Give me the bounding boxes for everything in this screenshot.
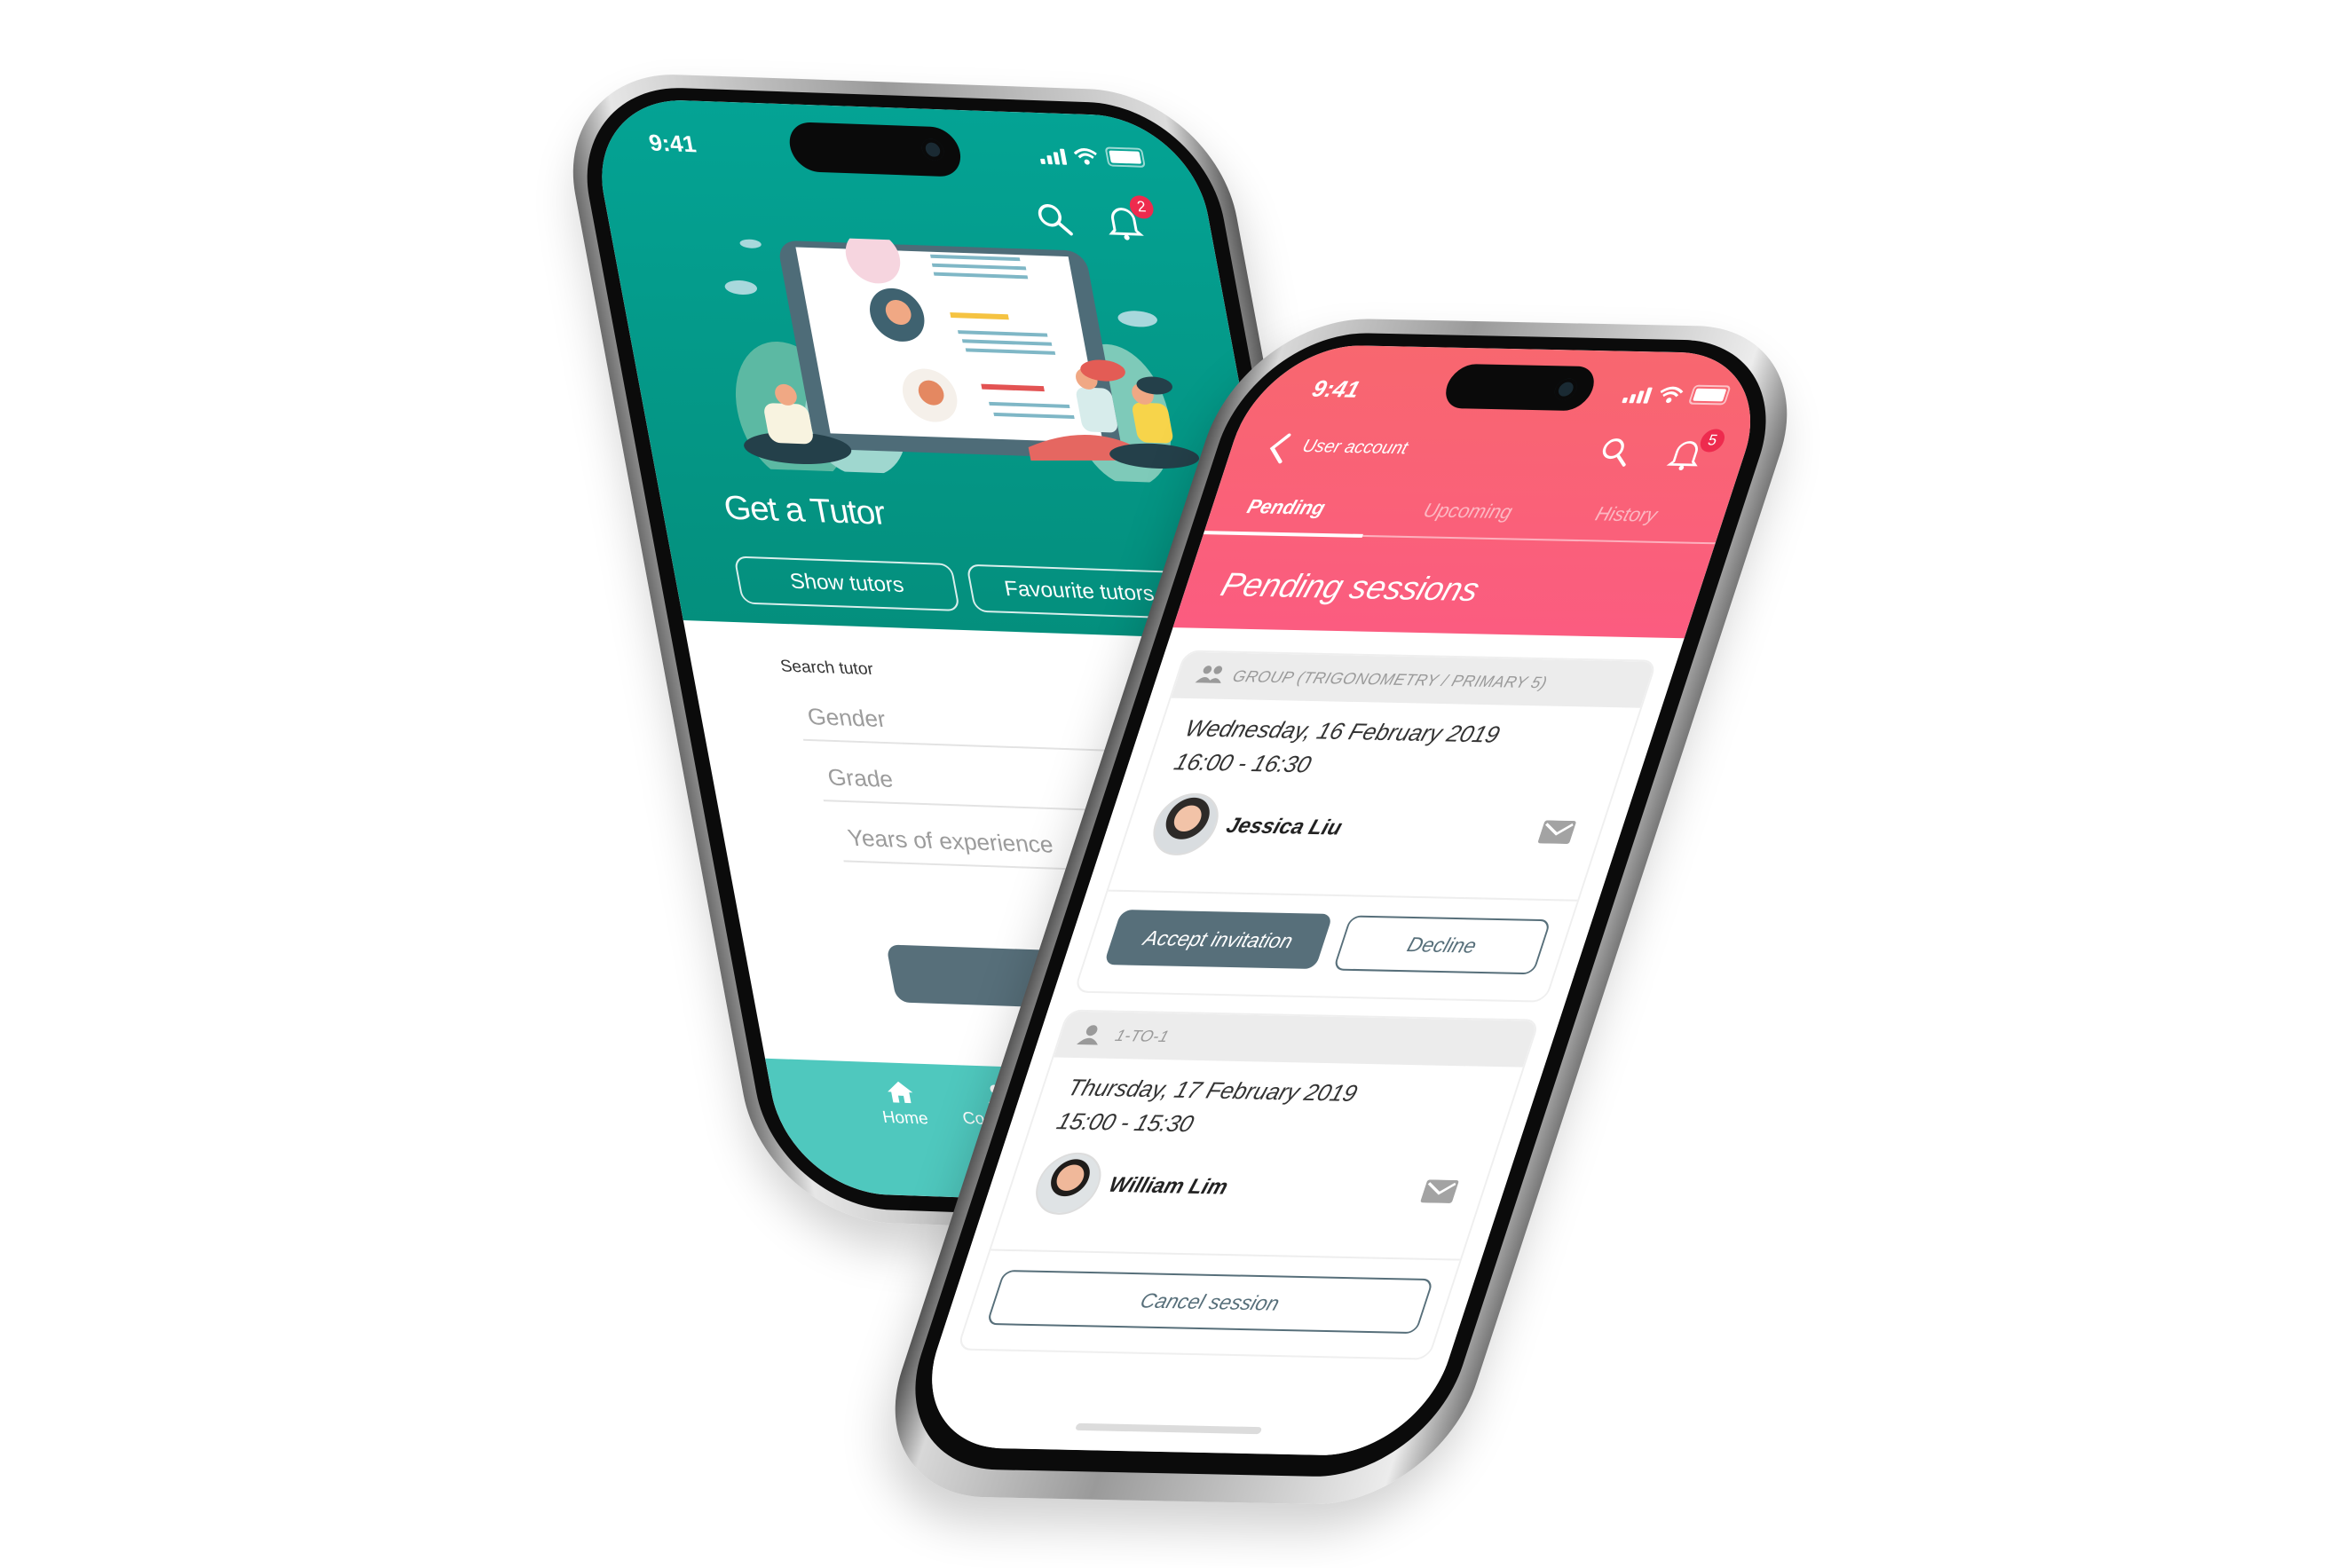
tab-home[interactable]: Home (876, 1080, 930, 1130)
grade-placeholder: Grade (825, 763, 896, 792)
tab-pending[interactable]: Pending (1244, 495, 1328, 520)
group-icon (1195, 666, 1223, 683)
search-icon (1038, 203, 1073, 236)
signal-icon (1038, 148, 1068, 165)
wifi-icon (1660, 386, 1684, 404)
notifications-button[interactable]: 2 (1102, 194, 1156, 244)
status-time: 9:41 (646, 129, 698, 158)
session-time: 15:00 - 15:30 (1053, 1107, 1198, 1138)
divider (991, 1249, 1461, 1261)
tab-upcoming[interactable]: Upcoming (1420, 499, 1516, 524)
session-time: 16:00 - 16:30 (1171, 748, 1315, 778)
signal-icon (1622, 387, 1653, 404)
status-icons (1038, 145, 1146, 168)
section-title: Pending sessions (1216, 565, 1485, 609)
accept-invitation-button[interactable]: Accept invitation (1103, 910, 1334, 970)
search-icon (1602, 438, 1626, 467)
person-icon (1077, 1025, 1098, 1045)
avatar (1144, 792, 1227, 856)
home-icon (888, 1081, 913, 1104)
person-name: Jessica Liu (1223, 813, 1346, 840)
back-label[interactable]: User account (1299, 437, 1410, 459)
mail-icon[interactable] (1420, 1179, 1459, 1203)
mail-icon[interactable] (1537, 820, 1576, 845)
session-type-header: 1-to-1 (1054, 1011, 1538, 1068)
battery-icon (1104, 146, 1146, 168)
cancel-session-button[interactable]: Cancel session (985, 1269, 1434, 1335)
nav-row: User account 5 (1259, 429, 1728, 482)
session-card: Group (Trigonometry / Primary 5) Wednesd… (1073, 650, 1658, 1003)
years-experience-placeholder: Years of experience (845, 823, 1055, 858)
wifi-icon (1073, 148, 1097, 165)
tab-home-label: Home (880, 1107, 930, 1129)
search-tutor-label: Search tutor (778, 657, 875, 680)
dynamic-island (1440, 363, 1600, 412)
status-time: 9:41 (1308, 374, 1364, 403)
session-type: 1-to-1 (1113, 1026, 1172, 1046)
page-title: Get a Tutor (721, 489, 888, 532)
person-name: William Lim (1105, 1172, 1231, 1200)
decline-button[interactable]: Decline (1332, 915, 1552, 975)
dynamic-island (785, 122, 965, 177)
session-card: 1-to-1 Thursday, 17 February 2019 15:00 … (956, 1009, 1541, 1360)
status-icons (1622, 383, 1732, 406)
tutor-illustration (724, 232, 1200, 485)
session-date: Wednesday, 16 February 2019 (1181, 714, 1504, 748)
gender-placeholder: Gender (805, 703, 888, 733)
search-button[interactable] (1592, 436, 1644, 476)
session-type: Group (Trigonometry / Primary 5) (1230, 666, 1550, 692)
battery-icon (1687, 384, 1732, 406)
search-button[interactable] (1033, 201, 1080, 241)
show-tutors-button[interactable]: Show tutors (733, 555, 961, 612)
tab-history[interactable]: History (1592, 502, 1660, 526)
session-date: Thursday, 17 February 2019 (1064, 1074, 1361, 1107)
divider (1108, 889, 1578, 902)
session-type-header: Group (Trigonometry / Primary 5) (1171, 651, 1656, 708)
avatar (1027, 1152, 1109, 1216)
